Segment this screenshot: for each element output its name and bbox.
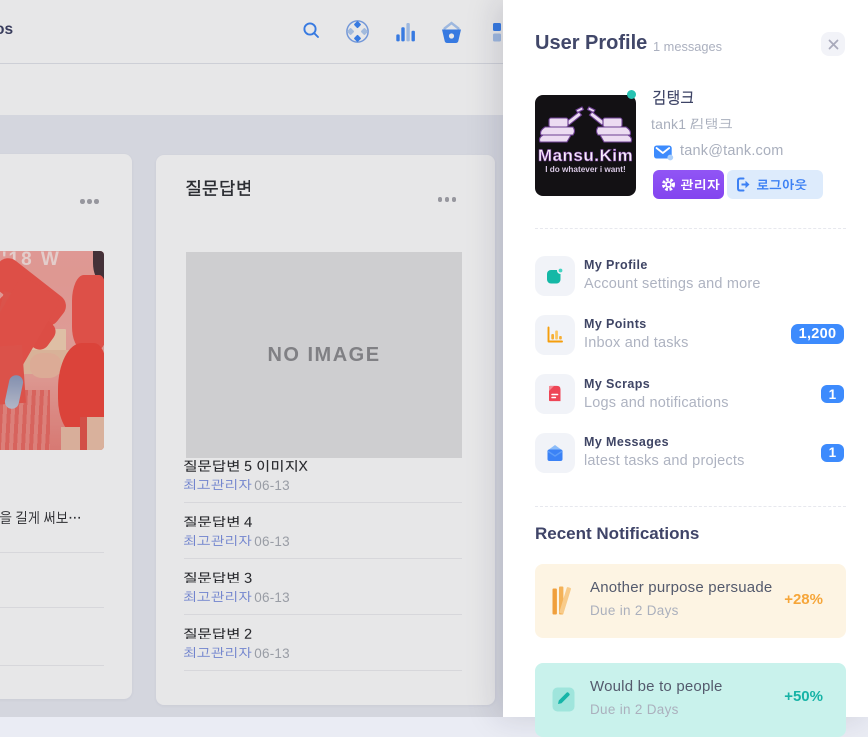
- svg-text:I do whatever i want!: I do whatever i want!: [545, 165, 626, 174]
- svg-text:Mansu.Kim: Mansu.Kim: [538, 146, 633, 165]
